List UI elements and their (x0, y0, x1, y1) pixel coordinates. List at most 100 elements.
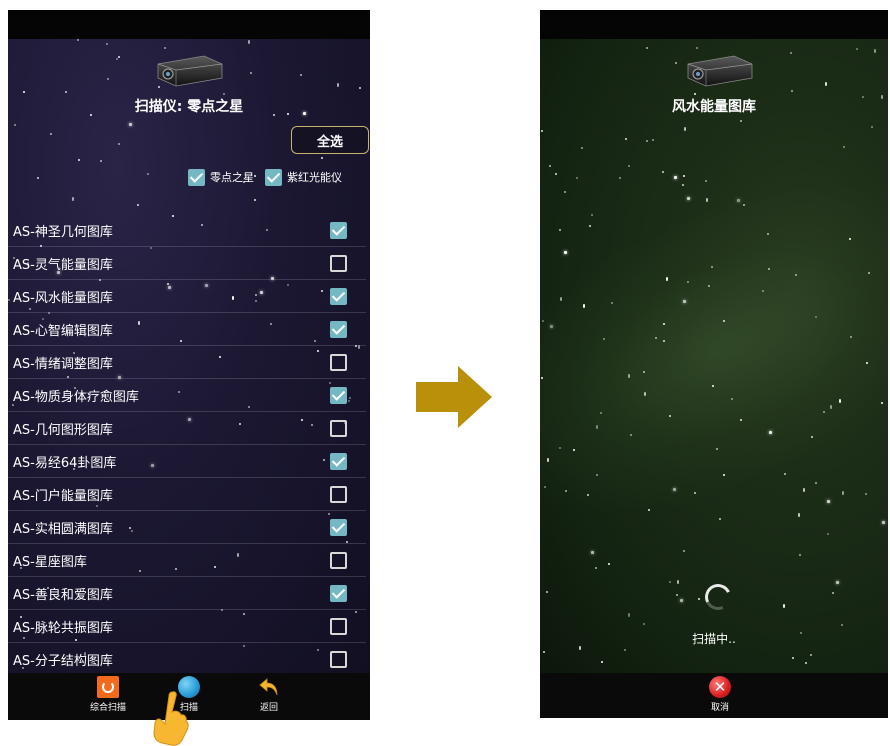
library-name: AS-几何图形图库 (13, 422, 113, 438)
checkbox-unchecked[interactable] (330, 618, 347, 635)
star-decoration (694, 93, 696, 95)
checkbox-checked[interactable] (330, 288, 347, 305)
star-decoration (595, 567, 597, 569)
star-decoration (723, 474, 725, 476)
cancel-label: 取消 (710, 703, 729, 713)
library-row[interactable]: AS-情绪调整图库 (8, 346, 366, 379)
star-decoration (805, 662, 807, 664)
library-row[interactable]: AS-易经64卦图库 (8, 445, 366, 478)
checkbox-checked[interactable] (330, 453, 347, 470)
star-decoration (674, 176, 677, 179)
star-decoration (559, 447, 561, 449)
library-row[interactable]: AS-灵气能量图库 (8, 247, 366, 280)
library-row[interactable]: AS-脉轮共振图库 (8, 610, 366, 643)
star-decoration (687, 281, 689, 283)
star-decoration (628, 165, 630, 167)
library-name: AS-神圣几何图库 (13, 224, 113, 240)
checkbox-checked[interactable] (330, 387, 347, 404)
library-row[interactable]: AS-物质身体疗愈图库 (8, 379, 366, 412)
library-row[interactable]: AS-门户能量图库 (8, 478, 366, 511)
library-name: AS-物质身体疗愈图库 (13, 389, 139, 405)
star-decoration (795, 274, 797, 276)
checkbox-checked[interactable] (330, 519, 347, 536)
library-row[interactable]: AS-善良和爱图库 (8, 577, 366, 610)
checkbox-checked[interactable] (330, 585, 347, 602)
green-starfield-background (540, 39, 888, 673)
library-list: AS-神圣几何图库 AS-灵气能量图库 AS-风水能量图库 AS-心智编辑图库 AS-情… (8, 214, 366, 676)
star-decoration (581, 147, 583, 149)
star-decoration (555, 173, 557, 175)
star-decoration (792, 657, 794, 659)
library-name: AS-灵气能量图库 (13, 257, 113, 273)
star-decoration (643, 623, 645, 625)
library-name: AS-心智编辑图库 (13, 323, 113, 339)
star-decoration (799, 554, 801, 556)
device-option-purple-red-light[interactable]: 紫红光能仪 (265, 168, 342, 186)
star-decoration (881, 402, 883, 404)
select-all-button[interactable]: 全选 (291, 126, 369, 154)
comprehensive-scan-button[interactable]: 综合扫描 (78, 676, 138, 718)
checkbox-unchecked[interactable] (330, 552, 347, 569)
star-decoration (648, 509, 650, 511)
library-row[interactable]: AS-神圣几何图库 (8, 214, 366, 247)
library-name: AS-分子结构图库 (13, 653, 113, 669)
star-decoration (137, 204, 139, 206)
star-decoration (549, 165, 551, 167)
star-decoration (790, 52, 792, 54)
star-decoration (669, 415, 671, 417)
star-decoration (542, 320, 544, 322)
star-decoration (625, 138, 627, 140)
library-row[interactable]: AS-星座图库 (8, 544, 366, 577)
star-decoration (694, 492, 696, 494)
star-decoration (628, 613, 630, 617)
library-row[interactable]: AS-实相圆满图库 (8, 511, 366, 544)
device-label: 紫红光能仪 (287, 171, 342, 184)
bottom-nav-bar: ✕ 取消 (540, 673, 888, 718)
star-decoration (669, 581, 671, 583)
star-decoration (866, 362, 868, 364)
checkbox-checked[interactable] (188, 168, 205, 186)
star-decoration (591, 551, 594, 554)
checkbox-unchecked[interactable] (330, 255, 347, 272)
star-decoration (107, 78, 109, 80)
checkbox-checked[interactable] (330, 222, 347, 239)
library-row[interactable]: AS-心智编辑图库 (8, 313, 366, 346)
star-decoration (767, 233, 769, 235)
star-decoration (815, 316, 817, 318)
star-decoration (65, 91, 67, 93)
star-decoration (547, 458, 549, 462)
star-decoration (541, 377, 543, 379)
star-decoration (565, 490, 567, 492)
library-row[interactable]: AS-几何图形图库 (8, 412, 366, 445)
star-decoration (850, 336, 852, 338)
comprehensive-scan-label: 综合扫描 (89, 703, 126, 713)
star-decoration (655, 337, 657, 339)
star-decoration (100, 160, 102, 162)
star-decoration (573, 449, 575, 451)
star-decoration (78, 159, 80, 161)
device-option-zero-point-star[interactable]: 零点之星 (188, 168, 254, 186)
star-decoration (874, 49, 876, 53)
checkbox-unchecked[interactable] (330, 420, 347, 437)
star-decoration (708, 285, 710, 287)
star-decoration (23, 91, 25, 93)
cancel-button[interactable]: ✕ 取消 (690, 676, 750, 718)
checkbox-checked[interactable] (330, 321, 347, 338)
library-row[interactable]: AS-分子结构图库 (8, 643, 366, 676)
checkbox-unchecked[interactable] (330, 651, 347, 668)
star-decoration (815, 482, 817, 484)
checkbox-unchecked[interactable] (330, 486, 347, 503)
right-arrow-icon (416, 366, 492, 428)
library-row[interactable]: AS-风水能量图库 (8, 280, 366, 313)
return-arrow-icon (259, 678, 278, 696)
back-button[interactable]: 返回 (239, 676, 299, 718)
star-decoration (628, 374, 630, 378)
checkbox-checked[interactable] (265, 168, 282, 186)
projector-icon (687, 55, 753, 87)
star-decoration (882, 521, 885, 524)
star-decoration (583, 304, 585, 308)
library-name: AS-门户能量图库 (13, 488, 113, 504)
star-decoration (827, 533, 829, 535)
star-decoration (712, 385, 714, 387)
checkbox-unchecked[interactable] (330, 354, 347, 371)
